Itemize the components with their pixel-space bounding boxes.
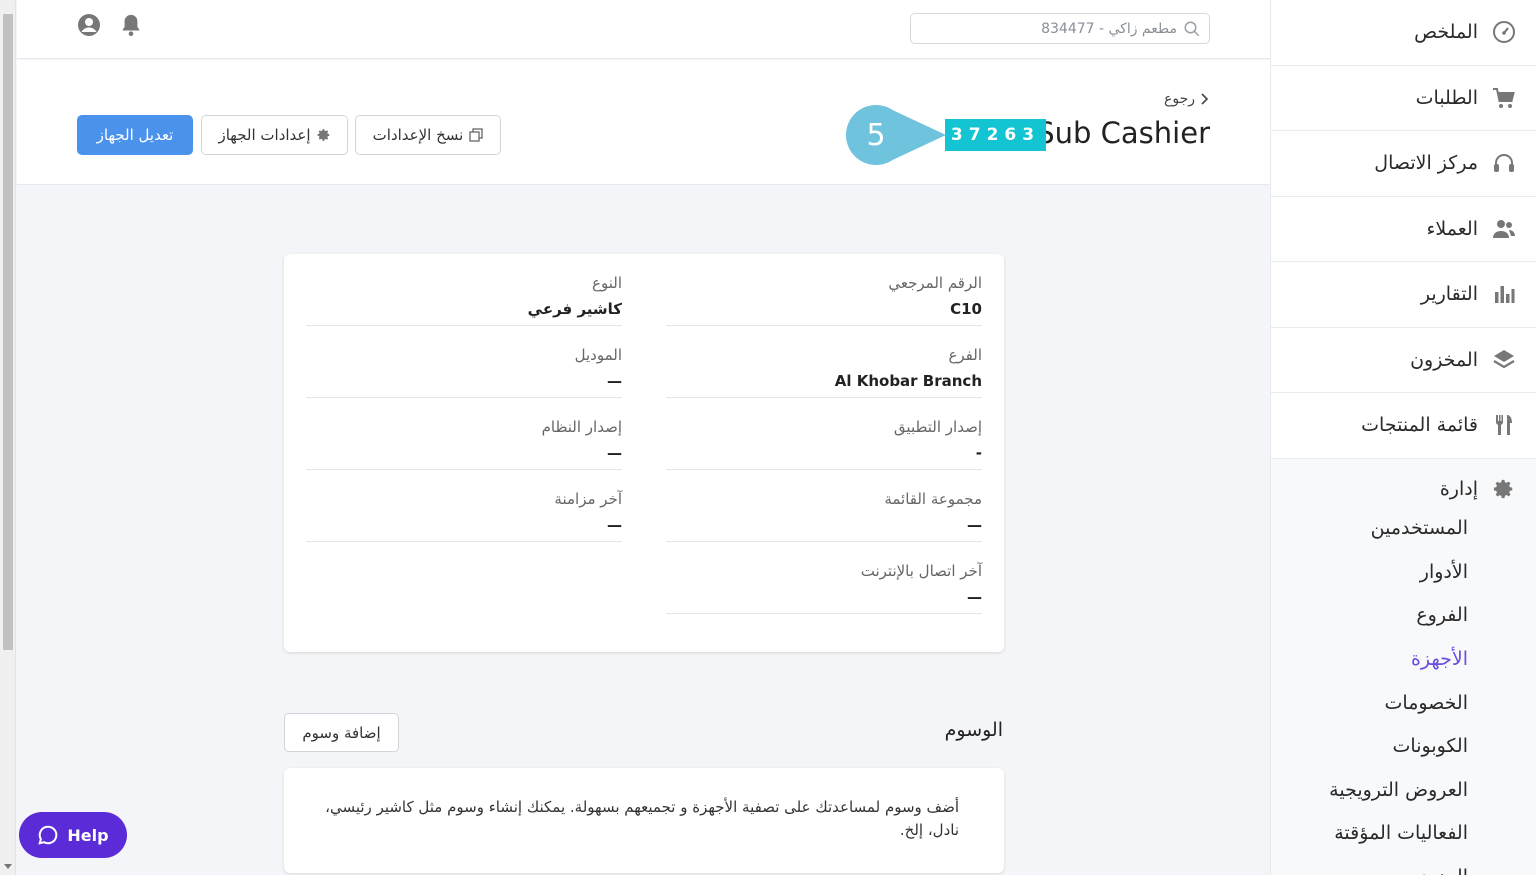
scroll-down-arrow-icon[interactable] <box>4 864 12 869</box>
page-title: Sub Cashier <box>1036 116 1210 150</box>
tags-description: أضف وسوم لمساعدتك على تصفية الأجهزة و تج… <box>325 798 959 839</box>
top-bar: مطعم زاكي - 834477 <box>17 0 1270 59</box>
copy-icon <box>469 128 484 142</box>
sidebar-item-admin[interactable]: إدارة <box>1271 471 1536 507</box>
field-label: آخر اتصال بالإنترنت <box>860 562 982 580</box>
sidebar-item-label: قائمة المنتجات <box>1361 414 1478 437</box>
fork-knife-icon <box>1492 413 1516 437</box>
copy-settings-label: نسخ الإعدادات <box>372 126 464 144</box>
sidebar-item-label: الطلبات <box>1415 86 1478 109</box>
field-type: النوع كاشير فرعي <box>306 254 622 326</box>
add-tags-button[interactable]: إضافة وسوم <box>284 713 399 752</box>
sidebar-item-customers[interactable]: العملاء <box>1271 197 1536 262</box>
field-value: كاشير فرعي <box>527 300 622 318</box>
sidebar-subitem-branches[interactable]: الفروع <box>1271 594 1536 638</box>
sidebar-item-inventory[interactable]: المخزون <box>1271 328 1536 393</box>
field-menu-group: مجموعة القائمة — <box>666 470 982 542</box>
sidebar-subitem-timed-events[interactable]: الفعاليات المؤقتة <box>1271 812 1536 856</box>
field-branch: الفرع Al Khobar Branch <box>666 326 982 398</box>
field-model: الموديل — <box>306 326 622 398</box>
sidebar-subitem-coupons[interactable]: الكوبونات <box>1271 724 1536 768</box>
cart-icon <box>1492 86 1516 110</box>
field-label: إصدار النظام <box>541 418 622 436</box>
step-number: 5 <box>846 105 906 165</box>
sidebar-item-call-center[interactable]: مركز الاتصال <box>1271 131 1536 197</box>
help-label: Help <box>67 825 109 845</box>
search-input[interactable]: مطعم زاكي - 834477 <box>910 13 1210 44</box>
sidebar-item-summary[interactable]: الملخص <box>1271 0 1536 66</box>
sidebar-item-orders[interactable]: الطلبات <box>1271 66 1536 131</box>
tags-title: الوسوم <box>944 719 1003 741</box>
help-button[interactable]: Help <box>19 812 127 858</box>
step-marker: 5 <box>846 105 961 165</box>
user-account-icon[interactable] <box>76 12 102 38</box>
sidebar-item-menu[interactable]: قائمة المنتجات <box>1271 393 1536 459</box>
sidebar: الملخص الطلبات مركز الاتصال العملاء التق… <box>1270 0 1536 875</box>
field-value: — <box>607 444 622 462</box>
field-value: Al Khobar Branch <box>834 372 982 390</box>
field-last-online: آخر اتصال بالإنترنت — <box>666 542 982 614</box>
field-value: — <box>607 372 622 390</box>
sidebar-item-label: الملخص <box>1414 21 1478 44</box>
field-last-sync: آخر مزامنة — <box>306 470 622 542</box>
gear-icon <box>1492 477 1516 501</box>
scrollbar-thumb[interactable] <box>3 14 13 650</box>
field-label: النوع <box>592 274 622 292</box>
field-label: مجموعة القائمة <box>884 490 982 508</box>
page-header: رجوع Sub Cashier 37263 5 نسخ الإعدادات إ… <box>17 60 1270 185</box>
gear-icon <box>317 129 329 141</box>
sidebar-subitem-discounts[interactable]: الخصومات <box>1271 681 1536 725</box>
sidebar-subitem-roles[interactable]: الأدوار <box>1271 550 1536 594</box>
page-scrollbar[interactable] <box>0 0 16 875</box>
dashboard-gauge-icon <box>1492 20 1516 44</box>
sidebar-item-label: العملاء <box>1426 217 1479 240</box>
admin-section: إدارة المستخدمين الأدوار الفروع الأجهزة … <box>1271 458 1536 875</box>
headset-icon <box>1492 151 1516 175</box>
device-settings-button[interactable]: إعدادات الجهاز <box>201 115 348 155</box>
field-system-version: إصدار النظام — <box>306 398 622 470</box>
field-label: آخر مزامنة <box>554 490 622 508</box>
sidebar-subitem-promotions[interactable]: العروض الترويجية <box>1271 768 1536 812</box>
device-details-card: الرقم المرجعي C10 النوع كاشير فرعي الفرع… <box>284 254 1004 652</box>
sidebar-subitem-devices[interactable]: الأجهزة <box>1271 637 1536 681</box>
tags-card: أضف وسوم لمساعدتك على تصفية الأجهزة و تج… <box>284 768 1004 873</box>
field-label: إصدار التطبيق <box>893 418 982 436</box>
layers-icon <box>1492 348 1516 372</box>
field-value: — <box>967 588 982 606</box>
sidebar-item-label: المخزون <box>1410 348 1478 371</box>
field-value: — <box>607 516 622 534</box>
back-link[interactable]: رجوع <box>1164 91 1209 107</box>
search-placeholder: مطعم زاكي - 834477 <box>1041 20 1177 37</box>
sidebar-item-label: إدارة <box>1439 477 1478 500</box>
device-settings-label: إعدادات الجهاز <box>218 126 311 144</box>
field-reference: الرقم المرجعي C10 <box>666 254 982 326</box>
sidebar-item-label: التقارير <box>1420 283 1478 306</box>
bar-chart-icon <box>1492 282 1516 306</box>
users-icon <box>1492 217 1516 241</box>
field-label: الفرع <box>948 346 982 364</box>
edit-device-button[interactable]: تعديل الجهاز <box>77 115 193 155</box>
back-label: رجوع <box>1163 91 1195 107</box>
chat-bubble-icon <box>38 825 58 845</box>
field-label: الموديل <box>574 346 622 364</box>
field-app-version: إصدار التطبيق - <box>666 398 982 470</box>
chevron-right-icon <box>1201 93 1209 105</box>
sidebar-item-label: مركز الاتصال <box>1374 152 1478 175</box>
field-value: — <box>967 516 982 534</box>
field-value: C10 <box>950 300 982 318</box>
copy-settings-button[interactable]: نسخ الإعدادات <box>355 115 501 155</box>
field-label: الرقم المرجعي <box>888 274 982 292</box>
search-icon <box>1184 21 1200 36</box>
sidebar-subitem-users[interactable]: المستخدمين <box>1271 507 1536 551</box>
sidebar-item-reports[interactable]: التقارير <box>1271 262 1536 328</box>
bell-icon[interactable] <box>118 12 144 38</box>
field-value: - <box>975 444 982 462</box>
sidebar-subitem-more[interactable]: المزيد <box>1271 855 1536 875</box>
